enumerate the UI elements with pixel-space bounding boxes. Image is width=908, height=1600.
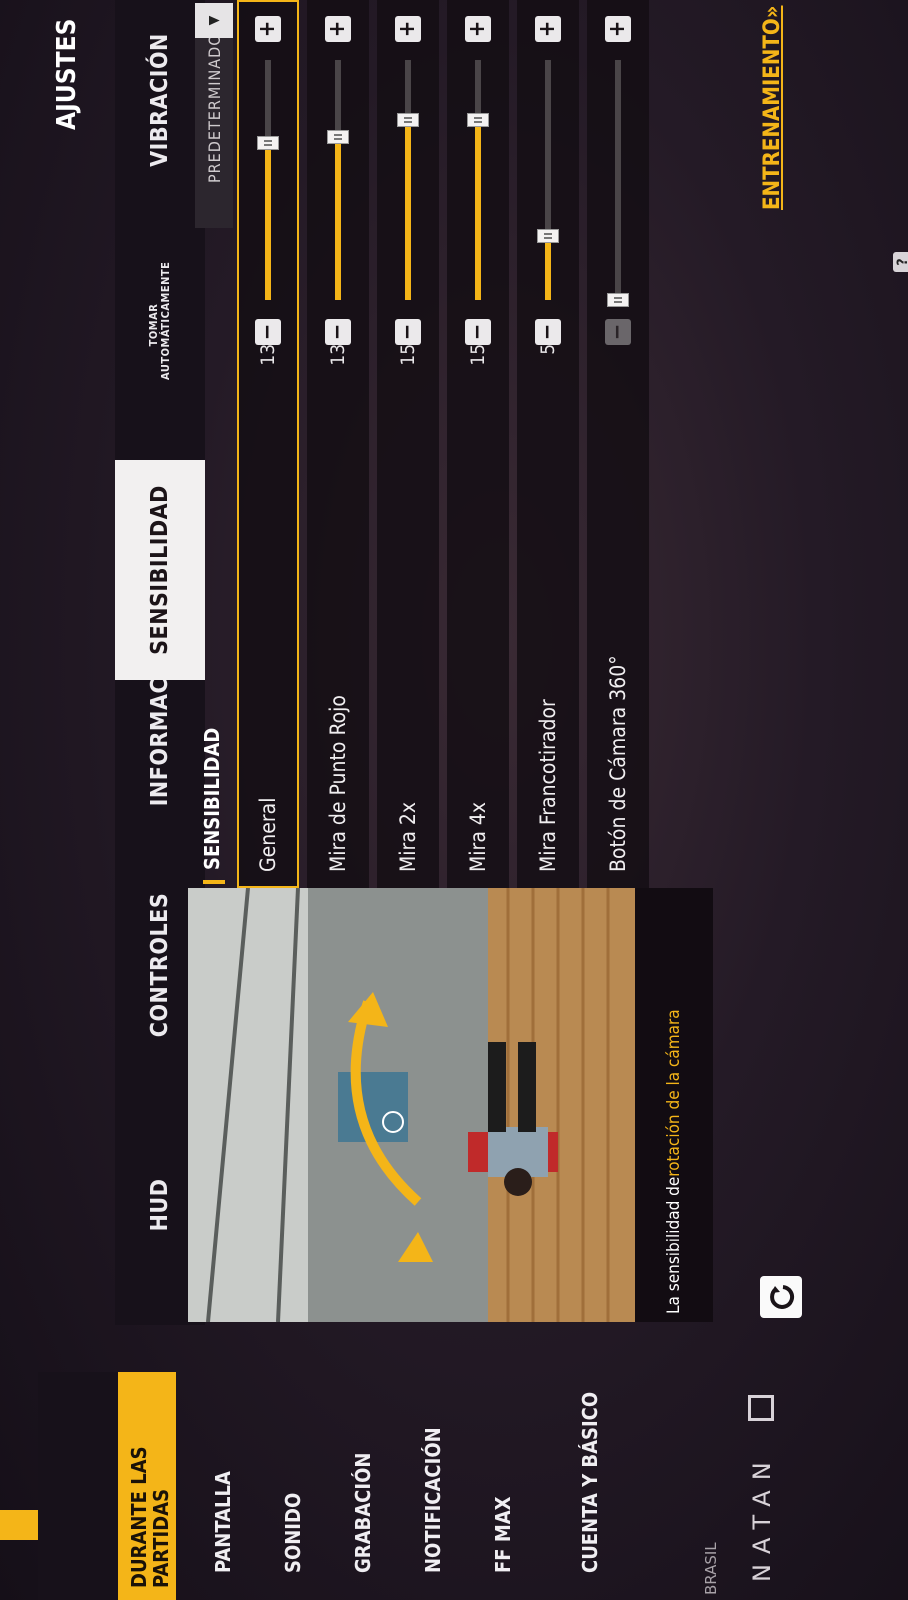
sidebar-nav-item[interactable]: SONIDO [268, 1385, 308, 1585]
training-link[interactable]: ENTRENAMIENTO» [760, 6, 785, 211]
logout-icon[interactable] [748, 1395, 774, 1421]
slider-knob[interactable] [257, 135, 279, 150]
preview-image [188, 888, 635, 1322]
increase-button[interactable]: + [465, 16, 491, 42]
sidebar-nav-label: SONIDO [281, 1492, 305, 1573]
tab-sensibilidad[interactable]: SENSIBILIDAD [115, 460, 205, 680]
sensitivity-row: Botón de Cámara 360°0−+ [587, 0, 649, 888]
increase-button[interactable]: + [395, 16, 421, 42]
region-label: BRASIL [702, 1542, 720, 1595]
rotated-game-ui: AJUSTES HUD CONTROLES INFORMACIÓN SENSIB… [0, 0, 908, 1600]
increase-button[interactable]: + [605, 16, 631, 42]
decrease-button[interactable]: − [465, 319, 491, 345]
help-icon[interactable]: ? [893, 252, 908, 272]
sidebar-nav-item[interactable]: GRABACIÓN [338, 1385, 378, 1585]
tab-vibracion[interactable]: VIBRACIÓN [115, 0, 205, 200]
slider-knob[interactable] [397, 113, 419, 127]
decrease-button[interactable]: − [325, 319, 351, 345]
sensitivity-row: General 131− + [237, 0, 299, 888]
decrease-button[interactable]: − [535, 319, 561, 345]
sidebar-nav-item[interactable]: NOTIFICACIÓN [408, 1385, 448, 1585]
section-label: SENSIBILIDAD [200, 727, 224, 870]
slider-fill [475, 120, 481, 300]
slider-knob[interactable] [537, 229, 559, 244]
sidebar-nav-label: PANTALLA [211, 1471, 235, 1573]
sensitivity-row: Mira Francotirador53−+ [517, 0, 579, 888]
increase-button[interactable]: + [255, 16, 281, 42]
tab-tomar-automaticamente[interactable]: TOMAR AUTOMÁTICAMENTE [115, 240, 205, 410]
sidebar-nav-label: FF MAX [491, 1496, 515, 1573]
tab-label: VIBRACIÓN [147, 33, 173, 167]
tab-label: TOMAR AUTOMÁTICAMENTE [147, 261, 172, 380]
sensitivity-row: Mira de Punto Rojo 136− + [307, 0, 369, 888]
sensitivity-row-label: Mira 2x [396, 801, 420, 872]
sensitivity-row-label: General [256, 797, 280, 872]
caption-highlight: rotación de la cámara [664, 1009, 684, 1177]
preset-dropdown[interactable]: PREDETERMINADO ▼ [195, 3, 233, 228]
slider-fill [335, 136, 341, 300]
sensitivity-row: Mira 4x 150− + [447, 0, 509, 888]
sensitivity-row-label: Mira Francotirador [536, 699, 560, 872]
dropdown-arrow-icon: ▼ [195, 3, 233, 38]
slider-knob[interactable] [327, 129, 349, 144]
decrease-button[interactable]: − [255, 319, 281, 345]
sensitivity-row-label: Mira 4x [466, 801, 490, 872]
sensitivity-row-label: Botón de Cámara 360° [606, 655, 630, 872]
increase-button[interactable]: + [535, 16, 561, 42]
sidebar-nav-item[interactable]: DURANTE LAS PARTIDAS [118, 1372, 176, 1600]
sidebar-nav-label: NOTIFICACIÓN [421, 1427, 445, 1573]
slider-track[interactable] [615, 60, 621, 300]
decrease-button[interactable]: − [605, 319, 631, 345]
slider-knob[interactable] [607, 293, 629, 307]
sidebar-nav-label: CUENTA Y BÁSICO [578, 1391, 602, 1573]
slider-fill [265, 142, 271, 300]
slider-fill [545, 236, 551, 300]
preview-scene-illustration [188, 888, 635, 1322]
slider-fill [405, 120, 411, 300]
caption-prefix: La sensibilidad de [664, 1176, 684, 1314]
reset-icon [770, 1285, 795, 1309]
slider-knob[interactable] [467, 113, 489, 127]
sensitivity-row: Mira 2x 150− + [377, 0, 439, 888]
tab-label: CONTROLES [147, 892, 173, 1038]
page-title: AJUSTES [52, 18, 82, 130]
sidebar-nav-item[interactable]: PANTALLA [198, 1385, 238, 1585]
tab-label: SENSIBILIDAD [147, 485, 173, 655]
sidebar-nav-item[interactable]: CUENTA Y BÁSICO [545, 1385, 605, 1585]
section-marker [203, 880, 225, 884]
decrease-button[interactable]: − [395, 319, 421, 345]
preset-label: PREDETERMINADO [204, 33, 224, 183]
sensitivity-row-label: Mira de Punto Rojo [326, 695, 350, 872]
reset-button[interactable] [760, 1276, 802, 1318]
preview-caption: La sensibilidad de rotación de la cámara [635, 888, 713, 1322]
username: NATAN [748, 1452, 776, 1582]
sidebar-nav-label: DURANTE LAS PARTIDAS [127, 1446, 173, 1588]
increase-button[interactable]: + [325, 16, 351, 42]
tab-label: HUD [147, 1178, 173, 1232]
sidebar-nav-label: GRABACIÓN [351, 1452, 375, 1573]
sidebar-nav-item[interactable]: FF MAX [478, 1385, 518, 1585]
